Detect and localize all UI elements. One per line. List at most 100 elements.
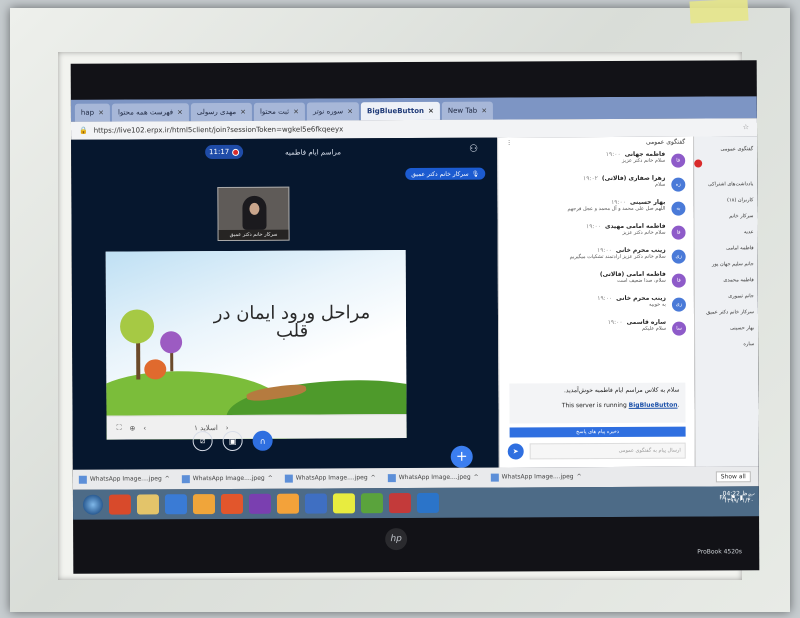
user-list-item[interactable]: عدیه (694, 219, 757, 235)
download-item[interactable]: WhatsApp Image....jpeg ^ (490, 473, 582, 482)
users-icon[interactable]: ⚇ (469, 144, 478, 155)
avatar[interactable]: به (671, 201, 686, 216)
vlc-icon[interactable] (276, 493, 300, 514)
avatar[interactable]: فا (671, 273, 686, 288)
browser-tab-active[interactable]: BigBlueButton × (360, 101, 440, 121)
user-list-item[interactable]: سرکار خانم دکتر عمیق (695, 299, 758, 315)
recording-timer[interactable]: 11:17 (205, 144, 244, 160)
tree-foliage (144, 359, 167, 380)
download-filename: WhatsApp Image....jpeg (295, 474, 368, 482)
headphones-icon[interactable]: ∩ (252, 430, 273, 451)
firefox-icon[interactable] (220, 493, 244, 515)
user-list-item[interactable]: یادداشت‌های اشتراکی (694, 171, 757, 187)
user-list-item[interactable]: فاطمه محمدی (695, 267, 758, 283)
chat-message: زه زهرا صفاری (فالاتی)۱۹:۰۲ سلام (498, 175, 693, 198)
avatar[interactable]: زه (671, 177, 686, 192)
screen-share-icon[interactable]: ⧄ (192, 431, 213, 452)
lock-icon: 🔒 (78, 126, 88, 135)
chevron-up-icon[interactable]: ^ (371, 474, 376, 482)
user-list-item[interactable]: جانم تیموری (695, 283, 758, 299)
plus-icon[interactable]: + (450, 445, 473, 468)
chevron-up-icon[interactable]: ^ (474, 474, 479, 482)
close-icon[interactable]: × (98, 109, 104, 117)
user-list-item[interactable]: سرکار خانم (694, 203, 757, 219)
chat-header: گفتگوی عمومی ⋮ (498, 137, 693, 150)
chat-message: به بهار حسینی۱۹:۰۰ اللهم صل علی محمد و آل … (498, 199, 693, 222)
user-list-item[interactable]: ساره (695, 331, 758, 347)
user-list-item[interactable]: جانم سلیم جهان پور (695, 251, 758, 267)
server-line: This server is running BigBlueButton. (515, 401, 680, 410)
chevron-up-icon[interactable]: ^ (577, 473, 582, 481)
app-icon[interactable] (332, 493, 356, 514)
avatar[interactable]: سا (672, 321, 687, 336)
download-item[interactable]: WhatsApp Image....jpeg ^ (387, 474, 479, 483)
chat-action-bar[interactable]: ذخیره پیام های پاسخ (509, 426, 686, 438)
close-icon[interactable]: × (177, 108, 183, 116)
ie-icon[interactable] (164, 494, 188, 515)
fit-icon[interactable]: ⛶ (117, 424, 122, 433)
avatar[interactable]: زی (671, 297, 686, 312)
message-text: سلام علیکم (641, 325, 667, 332)
webcam-tile[interactable]: سرکار خانم دکتر عمیق (217, 186, 290, 242)
bbb-link[interactable]: BigBlueButton (629, 402, 678, 409)
download-item[interactable]: WhatsApp Image....jpeg ^ (284, 474, 376, 483)
zoom-icon[interactable]: ⊕ (129, 424, 135, 432)
browser-tab[interactable]: hap × (74, 103, 111, 122)
send-icon[interactable]: ➤ (507, 443, 524, 460)
media-icon[interactable] (248, 493, 272, 514)
app-icon[interactable] (416, 492, 440, 513)
clock[interactable]: 04:22 ب.ظ ۱۳۹۹/۰۱/۲۰ (723, 490, 755, 504)
file-icon (387, 474, 396, 483)
close-icon[interactable]: × (293, 108, 299, 116)
avatar[interactable]: فا (671, 153, 686, 168)
user-list-item[interactable]: گفتگوی عمومی (694, 136, 757, 152)
message-text: سلام خانم دکتر عزیز ارادتمند تشکیات میگی… (569, 253, 666, 261)
start-button[interactable] (82, 494, 104, 515)
avatar[interactable]: زی (671, 249, 686, 264)
browser-tab[interactable]: مهدی رسولی × (190, 102, 253, 122)
browser-tab[interactable]: New Tab × (441, 101, 494, 120)
close-icon[interactable]: × (428, 107, 434, 115)
user-list-item[interactable]: کاربران (۱۸) (694, 187, 757, 203)
url-text[interactable]: https://live102.erpx.ir/html5client/join… (94, 125, 344, 134)
model-label: ProBook 4520s (697, 548, 743, 556)
chat-message: زی زینب محرم خانی۱۹:۰۰ سلام خانم دکتر عزیز… (499, 247, 694, 270)
browser-tab[interactable]: سوره نوتر × (306, 102, 360, 121)
chat-message: سا ساره قاسمی۱۹:۰۰ سلام علیکم (499, 319, 694, 342)
screen: hap × فهرست همه محتوا × مهدی رسولی × ثبت مح… (70, 96, 760, 520)
close-icon[interactable]: × (347, 107, 353, 115)
record-icon (232, 148, 240, 156)
star-icon[interactable]: ☆ (743, 123, 749, 131)
tab-label: سوره نوتر (312, 107, 344, 116)
chat-title: گفتگوی عمومی (645, 138, 686, 146)
chrome-icon[interactable] (192, 494, 216, 515)
opera-icon[interactable] (108, 494, 132, 515)
prev-icon[interactable]: ‹ (143, 424, 146, 432)
app-icon[interactable] (304, 493, 328, 514)
chat-input[interactable]: ارسال پیام به گفتگوی عمومی (529, 442, 686, 460)
tab-label: BigBlueButton (366, 106, 425, 116)
browser-tab[interactable]: ثبت محتوا × (253, 102, 306, 121)
user-list-item[interactable]: فاطمه امامی (695, 235, 758, 251)
server-suffix: . (677, 401, 680, 409)
server-text: This server is running (561, 401, 629, 410)
avatar[interactable]: فا (671, 225, 686, 240)
close-icon[interactable]: × (481, 107, 487, 115)
chevron-up-icon[interactable]: ^ (165, 475, 170, 483)
download-item[interactable]: WhatsApp Image....jpeg ^ (181, 475, 273, 484)
app-icon[interactable] (360, 493, 384, 514)
chevron-up-icon[interactable]: ^ (268, 475, 273, 483)
video-icon[interactable]: ▣ (222, 430, 243, 452)
browser-tab[interactable]: فهرست همه محتوا × (111, 103, 189, 122)
message-time: ۱۹:۰۰ (586, 223, 601, 231)
powerpoint-icon[interactable] (388, 493, 412, 514)
chat-message: زی زینب محرم خانی۱۹:۰۰ به خوبیه (499, 295, 694, 318)
close-icon[interactable]: × (240, 108, 246, 116)
explorer-icon[interactable] (136, 494, 160, 515)
user-list-item[interactable]: بهار حسینی (695, 315, 758, 331)
media-controls: ⧄ ▣ ∩ (192, 430, 273, 452)
show-all-button[interactable]: Show all (715, 470, 751, 482)
download-item[interactable]: WhatsApp Image....jpeg ^ (78, 475, 170, 484)
webcam-face (249, 202, 260, 215)
more-icon[interactable]: ⋮ (506, 139, 512, 147)
